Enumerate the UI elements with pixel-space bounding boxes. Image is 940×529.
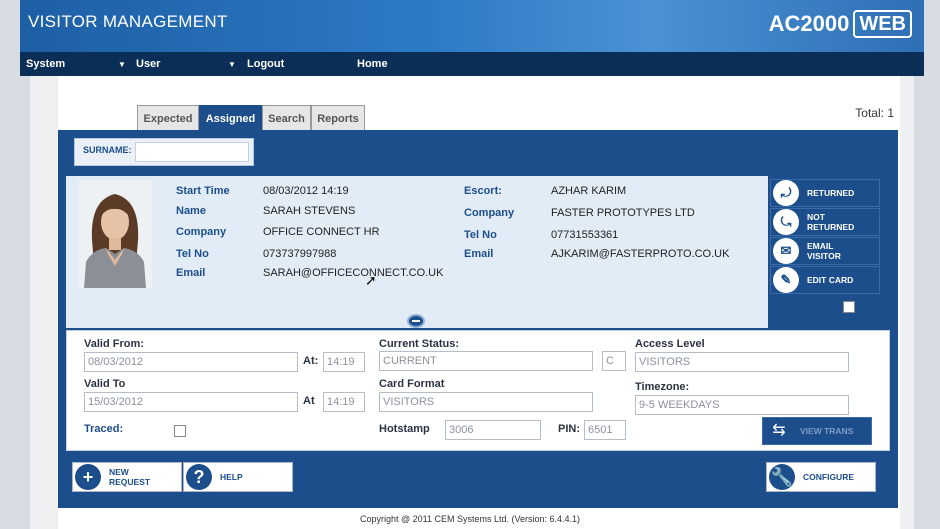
current-status-label: Current Status: bbox=[379, 338, 460, 350]
app-title: VISITOR MANAGEMENT bbox=[28, 12, 228, 31]
current-status-field[interactable]: CURRENT bbox=[379, 351, 593, 371]
collapse-icon[interactable] bbox=[407, 314, 425, 328]
escort-tel-value: 07731553361 bbox=[551, 229, 619, 241]
configure-label: CONFIGURE bbox=[803, 472, 854, 482]
escort-value: AZHAR KARIM bbox=[551, 185, 627, 197]
not-returned-button[interactable]: ⤿ NOT RETURNED bbox=[770, 208, 880, 236]
surname-input[interactable] bbox=[135, 142, 249, 162]
valid-to-at-label: At bbox=[303, 395, 315, 407]
brand-main: AC2000 bbox=[768, 11, 850, 36]
timezone-field[interactable]: 9-5 WEEKDAYS bbox=[635, 395, 849, 415]
pencil-icon: ✎ bbox=[773, 267, 799, 293]
edit-card-button[interactable]: ✎ EDIT CARD bbox=[770, 266, 880, 294]
tab-reports[interactable]: Reports bbox=[311, 105, 365, 131]
escort-label: Escort: bbox=[464, 185, 502, 197]
escort-email-value: AJKARIM@FASTERPROTO.CO.UK bbox=[551, 248, 730, 260]
tab-expected[interactable]: Expected bbox=[137, 105, 199, 131]
escort-company-label: Company bbox=[464, 207, 515, 219]
tel-value: 073737997988 bbox=[263, 248, 337, 260]
plus-icon: + bbox=[75, 464, 101, 490]
escort-email-label: Email bbox=[464, 248, 494, 260]
app-header: VISITOR MANAGEMENT AC2000 WEB bbox=[20, 0, 924, 52]
status-code-field[interactable]: C bbox=[602, 351, 626, 371]
valid-from-time-field[interactable]: 14:19 bbox=[323, 352, 365, 372]
view-trans-label: VIEW TRANS bbox=[800, 426, 854, 436]
transfer-arrows-icon: ⇆ bbox=[772, 422, 786, 439]
edit-card-label: EDIT CARD bbox=[807, 275, 854, 285]
email-label: Email bbox=[176, 267, 206, 279]
surname-label: SURNAME: bbox=[83, 145, 132, 155]
brand-box: WEB bbox=[853, 10, 912, 38]
mouse-cursor-icon: ➚ bbox=[365, 272, 377, 288]
envelope-icon: ✉ bbox=[773, 238, 799, 264]
configure-button[interactable]: 🔧 CONFIGURE bbox=[766, 462, 876, 492]
escort-company-value: FASTER PROTOTYPES LTD bbox=[551, 207, 695, 219]
timezone-label: Timezone: bbox=[635, 381, 690, 393]
start-time-value: 08/03/2012 14:19 bbox=[263, 185, 349, 197]
tab-bar: Expected Assigned Search Reports bbox=[137, 105, 365, 131]
hotstamp-label: Hotstamp bbox=[379, 423, 430, 435]
menu-home[interactable]: Home bbox=[357, 58, 388, 70]
tab-search[interactable]: Search bbox=[262, 105, 311, 131]
view-trans-button[interactable]: ⇆ VIEW TRANS bbox=[762, 417, 872, 445]
traced-checkbox[interactable] bbox=[174, 425, 186, 437]
access-level-label: Access Level bbox=[635, 338, 705, 350]
returned-label: RETURNED bbox=[807, 188, 855, 198]
no-return-icon: ⤿ bbox=[773, 209, 799, 235]
tab-assigned[interactable]: Assigned bbox=[199, 105, 262, 131]
chevron-down-icon[interactable]: ▼ bbox=[228, 60, 236, 69]
help-button[interactable]: ? HELP bbox=[183, 462, 293, 492]
menu-system[interactable]: System bbox=[26, 58, 65, 70]
name-value: SARAH STEVENS bbox=[263, 205, 356, 217]
card-format-field[interactable]: VISITORS bbox=[379, 392, 593, 412]
question-mark-icon: ? bbox=[186, 464, 212, 490]
menu-user[interactable]: User bbox=[136, 58, 160, 70]
company-label: Company bbox=[176, 226, 227, 238]
referred-checkbox[interactable] bbox=[843, 301, 855, 313]
help-label: HELP bbox=[220, 472, 243, 482]
email-visitor-label: EMAIL VISITOR bbox=[807, 241, 841, 261]
start-time-label: Start Time bbox=[176, 185, 230, 197]
visitor-photo bbox=[78, 180, 152, 288]
company-value: OFFICE CONNECT HR bbox=[263, 226, 380, 238]
card-format-label: Card Format bbox=[379, 378, 445, 390]
menu-bar: System ▼ User ▼ Logout Home bbox=[20, 52, 924, 76]
brand-logo: AC2000 WEB bbox=[769, 10, 912, 38]
valid-to-time-field[interactable]: 14:19 bbox=[323, 392, 365, 412]
email-value: SARAH@OFFICECONNECT.CO.UK bbox=[263, 267, 444, 279]
valid-to-label: Valid To bbox=[84, 378, 126, 390]
valid-to-field[interactable]: 15/03/2012 bbox=[84, 392, 298, 412]
total-count: Total: 1 bbox=[855, 106, 894, 120]
new-request-label: NEW REQUEST bbox=[109, 467, 151, 487]
valid-from-field[interactable]: 08/03/2012 bbox=[84, 352, 298, 372]
tel-label: Tel No bbox=[176, 248, 209, 260]
valid-from-label: Valid From: bbox=[84, 338, 144, 350]
wrench-icon: 🔧 bbox=[769, 464, 795, 490]
name-label: Name bbox=[176, 205, 206, 217]
chevron-down-icon[interactable]: ▼ bbox=[118, 60, 126, 69]
pin-label: PIN: bbox=[558, 423, 580, 435]
access-level-field[interactable]: VISITORS bbox=[635, 352, 849, 372]
surname-filter: SURNAME: bbox=[74, 138, 254, 166]
returned-button[interactable]: ⤾ RETURNED bbox=[770, 179, 880, 207]
return-icon: ⤾ bbox=[773, 180, 799, 206]
copyright-text: Copyright @ 2011 CEM Systems Ltd. (Versi… bbox=[359, 514, 581, 524]
hotstamp-field[interactable]: 3006 bbox=[445, 420, 541, 440]
new-request-button[interactable]: + NEW REQUEST bbox=[72, 462, 182, 492]
not-returned-label: NOT RETURNED bbox=[807, 212, 855, 232]
valid-from-at-label: At: bbox=[303, 355, 319, 367]
menu-logout[interactable]: Logout bbox=[247, 58, 284, 70]
referred-label: Referred bbox=[770, 299, 816, 311]
escort-tel-label: Tel No bbox=[464, 229, 497, 241]
pin-field[interactable]: 6501 bbox=[584, 420, 626, 440]
email-visitor-button[interactable]: ✉ EMAIL VISITOR bbox=[770, 237, 880, 265]
traced-label: Traced: bbox=[84, 423, 124, 435]
